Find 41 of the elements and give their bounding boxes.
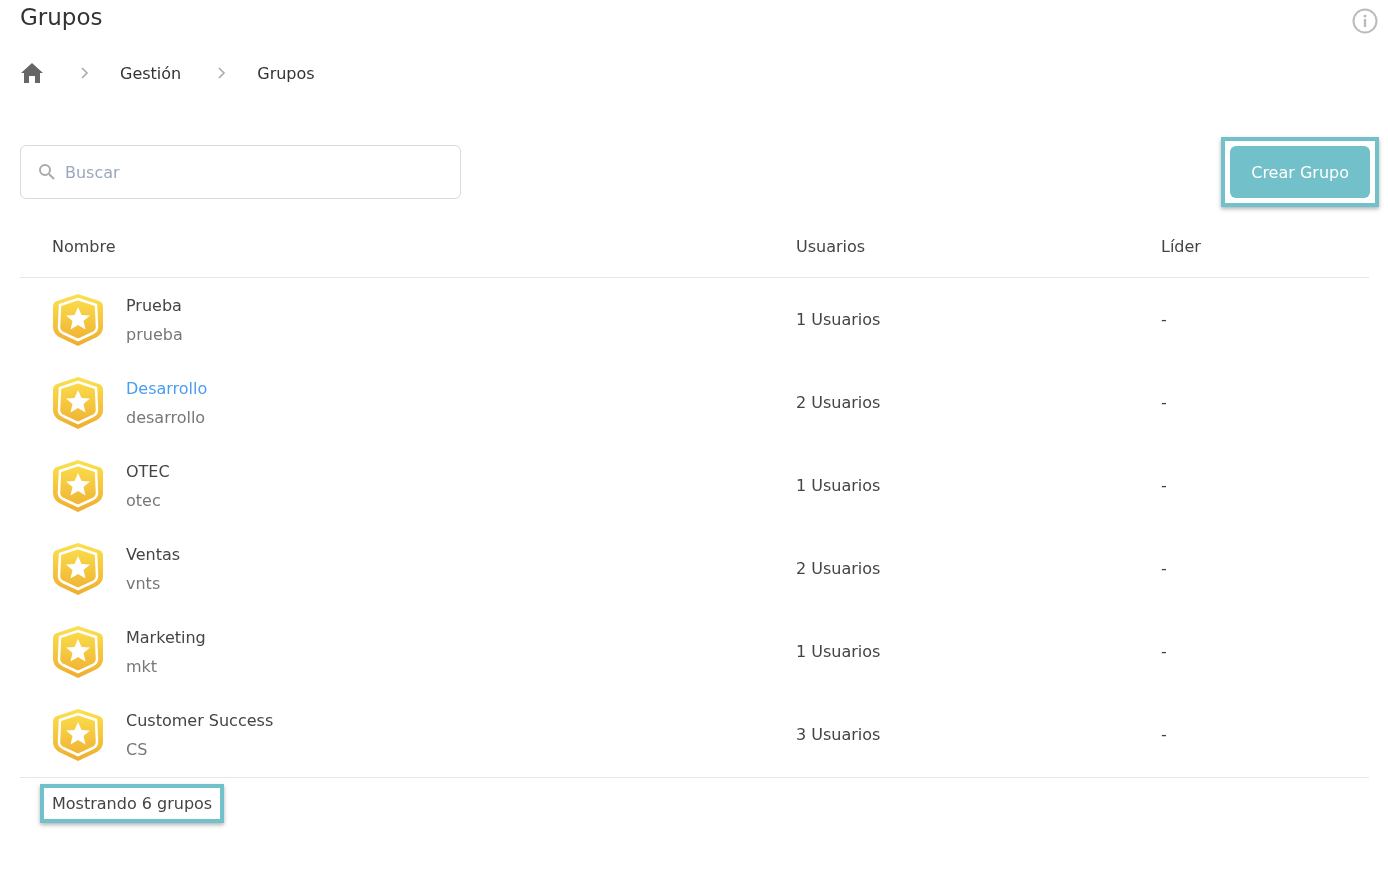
leader-cell-text: -	[1160, 476, 1168, 495]
star-badge-icon	[52, 458, 104, 513]
users-count: 2 Usuarios	[795, 559, 882, 578]
chevron-right-icon	[217, 67, 228, 79]
search-icon	[38, 163, 56, 181]
column-header[interactable]: Líder	[1129, 236, 1369, 256]
users-count: 1 Usuarios	[795, 642, 882, 661]
star-badge-icon	[52, 707, 104, 762]
users-count: 2 Usuarios	[795, 393, 882, 412]
star-badge-icon	[52, 292, 104, 347]
group-name[interactable]: Customer Success	[126, 710, 274, 730]
breadcrumb-item[interactable]: Gestión	[120, 63, 182, 83]
leader-cell-text: -	[1160, 310, 1168, 329]
group-slug: otec	[126, 490, 162, 510]
group-name[interactable]: Marketing	[126, 627, 206, 647]
group-slug: vnts	[126, 573, 162, 593]
home-icon[interactable]	[20, 62, 44, 84]
leader-cell-text: -	[1160, 393, 1168, 412]
results-count: Mostrando 6 grupos	[52, 794, 213, 813]
group-slug: prueba	[126, 324, 183, 344]
group-slug: desarrollo	[126, 407, 207, 427]
users-count: 1 Usuarios	[795, 476, 882, 495]
group-slug: CS	[126, 739, 149, 759]
group-name[interactable]: OTEC	[126, 461, 170, 481]
column-header[interactable]: Nombre	[20, 236, 764, 256]
star-badge-icon	[52, 375, 104, 430]
search-field[interactable]: Buscar	[20, 145, 461, 199]
leader-cell-text: -	[1160, 642, 1168, 661]
breadcrumb-item[interactable]: Grupos	[257, 63, 315, 83]
page-title: Grupos	[20, 4, 103, 30]
leader-cell-text: -	[1160, 725, 1168, 744]
users-count: 1 Usuarios	[795, 310, 882, 329]
star-badge-icon	[52, 541, 104, 596]
column-header[interactable]: Usuarios	[764, 236, 1129, 256]
chevron-right-icon	[80, 67, 90, 79]
star-badge-icon	[52, 624, 104, 679]
users-count: 3 Usuarios	[795, 725, 882, 744]
group-slug: mkt	[126, 656, 159, 676]
group-name[interactable]: Ventas	[126, 544, 181, 564]
group-name[interactable]: Prueba	[126, 295, 183, 315]
leader-cell-text: -	[1160, 559, 1168, 578]
